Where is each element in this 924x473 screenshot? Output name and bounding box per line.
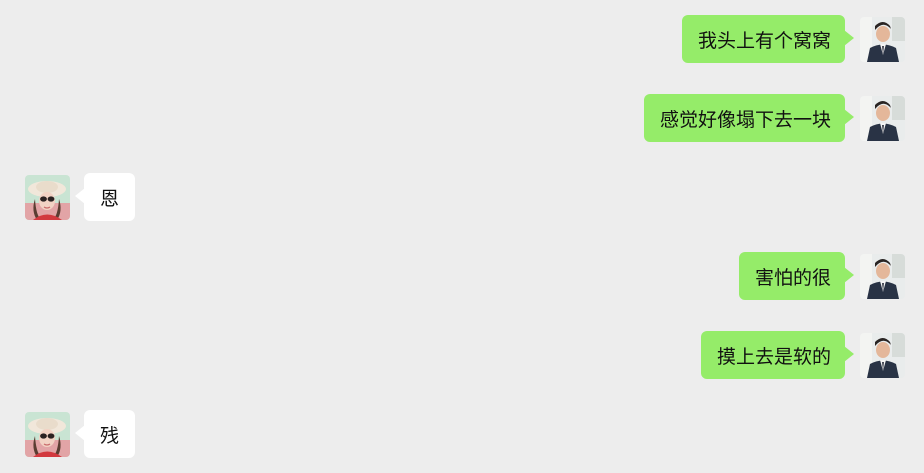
message-bubble-incoming[interactable]: 残: [74, 410, 136, 458]
message-bubble-incoming[interactable]: 恩: [74, 173, 136, 221]
message-row-outgoing: 摸上去是软的: [700, 331, 905, 379]
message-bubble-outgoing[interactable]: 我头上有个窝窝: [681, 15, 855, 63]
message-row-outgoing: 我头上有个窝窝: [681, 15, 905, 63]
avatar-woman-with-hat-icon[interactable]: [25, 411, 70, 457]
chat-message-list: 我头上有个窝窝 感觉好像塌下去一块 恩 害怕的很 摸上去是软的 残: [0, 0, 924, 473]
avatar-woman-with-hat-icon[interactable]: [25, 174, 70, 220]
message-row-outgoing: 害怕的很: [738, 252, 905, 300]
message-row-incoming: 残: [25, 410, 136, 458]
message-bubble-outgoing[interactable]: 摸上去是软的: [700, 331, 855, 379]
message-row-outgoing: 感觉好像塌下去一块: [643, 94, 905, 142]
message-row-incoming: 恩: [25, 173, 136, 221]
message-bubble-outgoing[interactable]: 害怕的很: [738, 252, 855, 300]
avatar-man-in-suit-icon[interactable]: [860, 253, 905, 299]
avatar-man-in-suit-icon[interactable]: [860, 95, 905, 141]
avatar-man-in-suit-icon[interactable]: [860, 16, 905, 62]
message-bubble-outgoing[interactable]: 感觉好像塌下去一块: [643, 94, 855, 142]
avatar-man-in-suit-icon[interactable]: [860, 332, 905, 378]
